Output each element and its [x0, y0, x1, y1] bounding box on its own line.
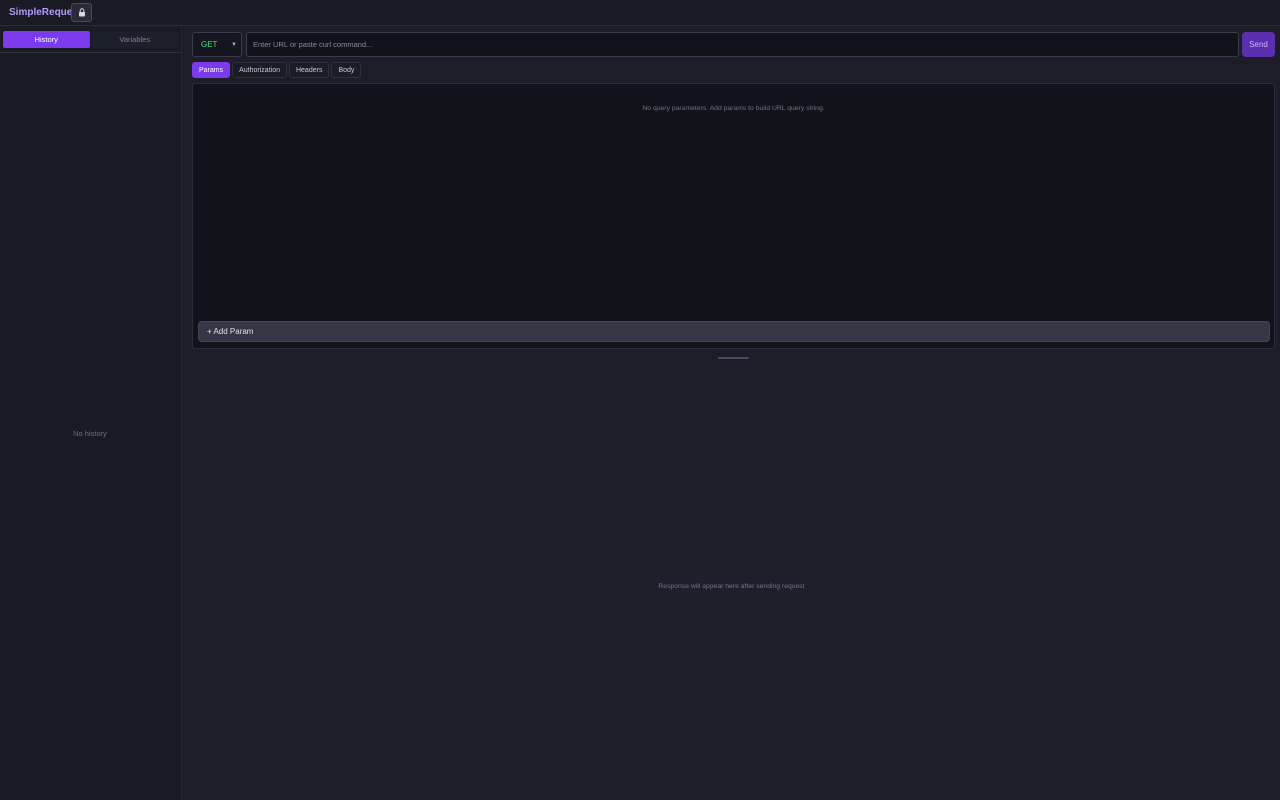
response-panel: Response will appear here after sending …	[183, 360, 1280, 800]
tab-params[interactable]: Params	[192, 62, 231, 78]
lock-button[interactable]	[71, 3, 92, 22]
pane-resize-handle[interactable]	[718, 357, 749, 359]
chevron-down-icon: ▼	[231, 42, 237, 48]
method-select[interactable]: GET ▼	[192, 32, 242, 57]
tab-authorization[interactable]: Authorization	[232, 62, 287, 78]
add-param-button[interactable]: + Add Param	[198, 321, 1270, 342]
send-button[interactable]: Send	[1242, 32, 1275, 57]
sidebar: History Variables No history	[0, 27, 182, 800]
tab-headers[interactable]: Headers	[288, 62, 330, 78]
sidebar-divider	[0, 52, 182, 53]
sidebar-tabs: History Variables	[3, 31, 178, 49]
history-empty-text: No history	[73, 429, 107, 438]
response-empty-text: Response will appear here after sending …	[658, 583, 805, 590]
tab-variables[interactable]: Variables	[91, 31, 178, 48]
top-bar: SimpleRequest	[0, 0, 1280, 26]
method-value: GET	[201, 40, 218, 49]
lock-icon	[78, 8, 85, 17]
params-empty-text: No query parameters. Add params to build…	[642, 105, 825, 112]
request-tabs: Params Authorization Headers Body	[192, 62, 362, 78]
tab-body[interactable]: Body	[331, 62, 362, 78]
params-panel: No query parameters. Add params to build…	[192, 83, 1275, 349]
url-input[interactable]	[246, 32, 1239, 57]
tab-history[interactable]: History	[3, 31, 90, 48]
